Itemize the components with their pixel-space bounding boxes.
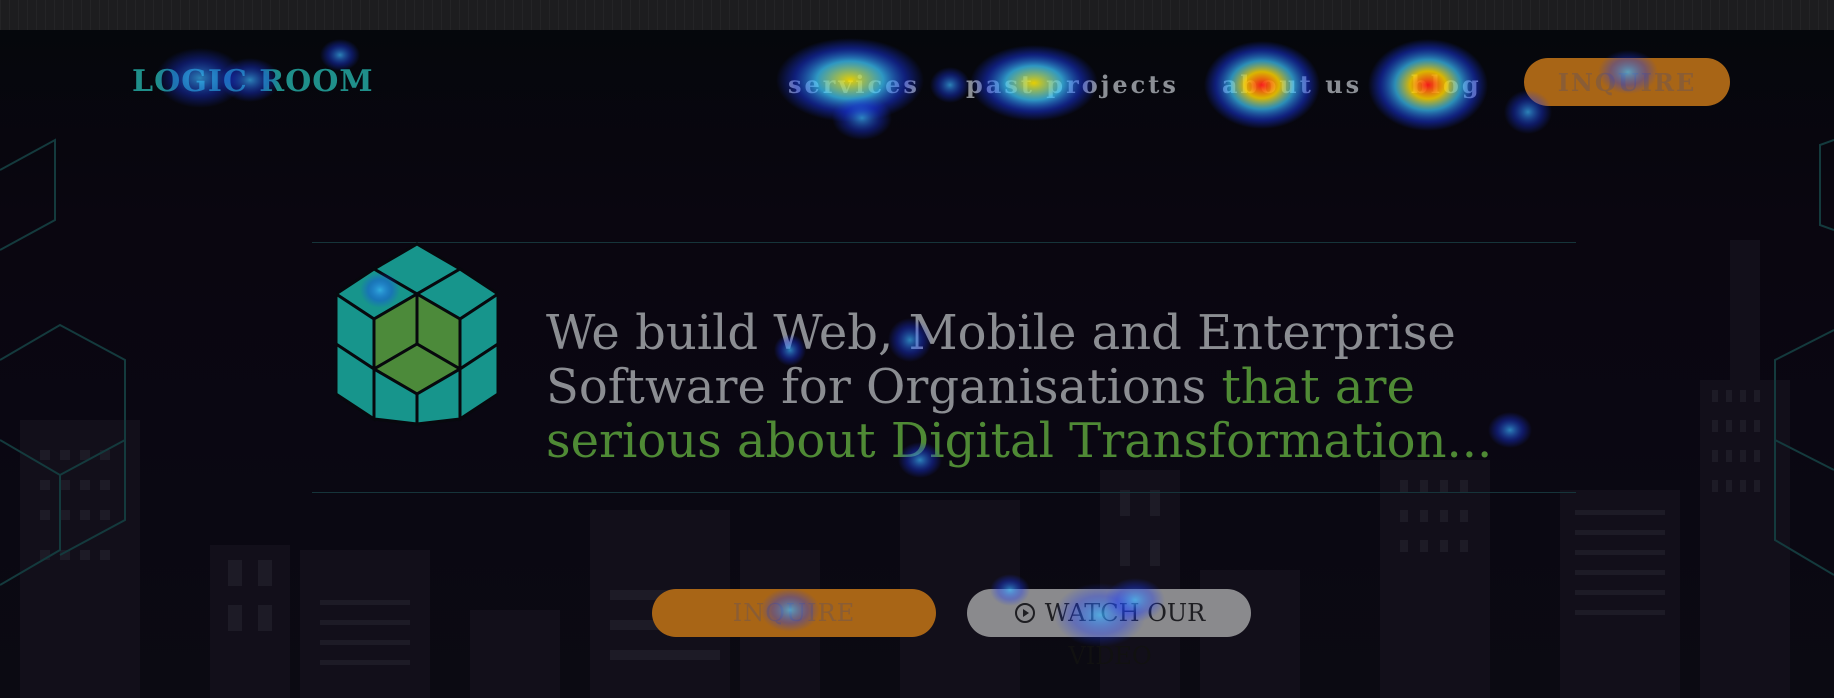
watch-video-label-overflow: VIDEO (1068, 642, 1152, 670)
hero-headline: We build Web, Mobile and Enterprise Soft… (546, 306, 1556, 468)
nav-link-past-projects[interactable]: past projects (966, 70, 1179, 99)
cube-logo-icon (336, 242, 498, 426)
hero-inquire-button[interactable]: INQUIRE (652, 589, 936, 637)
watch-video-button[interactable]: WATCH OUR (967, 589, 1251, 637)
play-circle-icon (1014, 603, 1035, 623)
hero-section: LOGIC ROOM services past projects about … (0, 30, 1834, 698)
nav-inquire-button[interactable]: INQUIRE (1524, 58, 1730, 106)
nav-link-about-us[interactable]: about us (1222, 70, 1362, 99)
hero-divider-top (312, 242, 1576, 243)
browser-top-strip (0, 0, 1834, 30)
hero-divider-bottom (312, 492, 1576, 493)
nav-link-services[interactable]: services (788, 70, 920, 99)
nav-link-blog[interactable]: blog (1411, 70, 1482, 99)
watch-video-label: WATCH OUR (1044, 599, 1206, 627)
